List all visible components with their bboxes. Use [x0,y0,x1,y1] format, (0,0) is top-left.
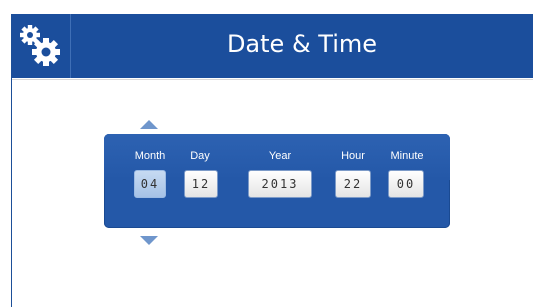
minute-label: Minute [390,150,424,162]
day-label: Day [190,150,210,162]
arrow-up-icon[interactable] [140,120,158,129]
page-title: Date & Time [226,30,378,58]
month-field[interactable]: 04 [134,170,166,198]
header-bar: Date & Time [12,14,533,78]
date-time-picker: Month Day Year Hour Minute 04 12 2013 22… [104,134,450,228]
minute-field[interactable]: 00 [388,170,424,198]
month-label: Month [134,150,166,162]
day-field[interactable]: 12 [184,170,218,198]
gears-icon [20,25,60,66]
hour-label: Hour [341,150,365,162]
settings-button[interactable] [12,14,71,78]
year-label: Year [268,150,292,162]
arrow-down-icon[interactable] [140,236,158,245]
header-divider [12,79,533,80]
hour-field[interactable]: 22 [335,170,371,198]
date-time-window: Date & Time Month Day Year Hour Minute 0… [11,14,533,307]
year-field[interactable]: 2013 [248,170,312,198]
